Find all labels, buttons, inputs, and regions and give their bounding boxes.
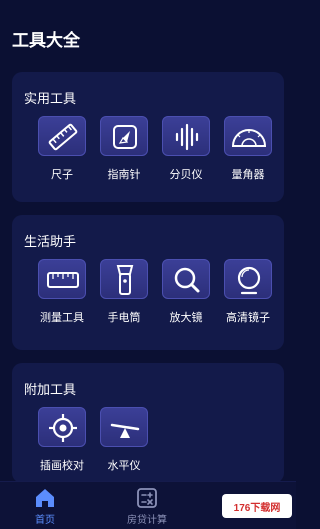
home-icon xyxy=(36,489,54,507)
tool-label: 尺子 xyxy=(51,168,73,181)
nav-item-mortgage-calc[interactable]: 房贷计算 xyxy=(112,487,182,526)
tool-label: 水平仪 xyxy=(107,459,141,472)
tool-compass[interactable]: 指南针 xyxy=(93,116,155,182)
tool-label: 高清镜子 xyxy=(226,311,270,324)
section-life-assistant: 生活助手 测量工具 手电筒 放大镜 高清镜子 xyxy=(12,215,284,350)
tool-label: 放大镜 xyxy=(169,311,203,324)
section-title: 生活助手 xyxy=(24,235,77,250)
tool-magnifier[interactable]: 放大镜 xyxy=(155,259,217,325)
calculator-icon xyxy=(137,488,157,508)
section-title: 附加工具 xyxy=(24,383,77,398)
tool-ruler[interactable]: 尺子 xyxy=(31,116,93,182)
nav-label: 房贷计算 xyxy=(127,515,167,526)
magnifier-icon xyxy=(162,259,210,299)
nav-item-home[interactable]: 首页 xyxy=(10,487,80,526)
tool-label: 手电筒 xyxy=(107,311,141,324)
measure-tape-icon xyxy=(38,259,86,299)
tool-label: 指南针 xyxy=(107,168,141,181)
watermark-logo: 176下载网 xyxy=(222,494,292,518)
tool-illustration-check[interactable]: 插画校对 xyxy=(31,407,93,473)
flashlight-icon xyxy=(100,259,148,299)
tool-flashlight[interactable]: 手电筒 xyxy=(93,259,155,325)
tool-measure[interactable]: 测量工具 xyxy=(31,259,93,325)
tool-label: 测量工具 xyxy=(40,311,84,324)
tool-label: 插画校对 xyxy=(40,459,84,472)
section-extra-tools: 附加工具 插画校对 水平仪 xyxy=(12,363,284,483)
section-title: 实用工具 xyxy=(24,92,77,107)
sound-wave-icon xyxy=(162,116,210,156)
mirror-icon xyxy=(224,259,272,299)
compass-icon xyxy=(100,116,148,156)
tool-protractor[interactable]: 量角器 xyxy=(217,116,279,182)
tool-mirror[interactable]: 高清镜子 xyxy=(217,259,279,325)
tool-label: 分贝仪 xyxy=(169,168,203,181)
nav-label: 首页 xyxy=(35,515,55,526)
tool-decibel-meter[interactable]: 分贝仪 xyxy=(155,116,217,182)
protractor-icon xyxy=(224,116,272,156)
tool-label: 量角器 xyxy=(231,168,265,181)
app-title: 工具大全 xyxy=(12,31,80,51)
tool-level[interactable]: 水平仪 xyxy=(93,407,155,473)
crosshair-icon xyxy=(38,407,86,447)
level-icon xyxy=(100,407,148,447)
section-practical-tools: 实用工具 尺子 指南针 分贝仪 量角器 xyxy=(12,72,284,202)
ruler-icon xyxy=(38,116,86,156)
